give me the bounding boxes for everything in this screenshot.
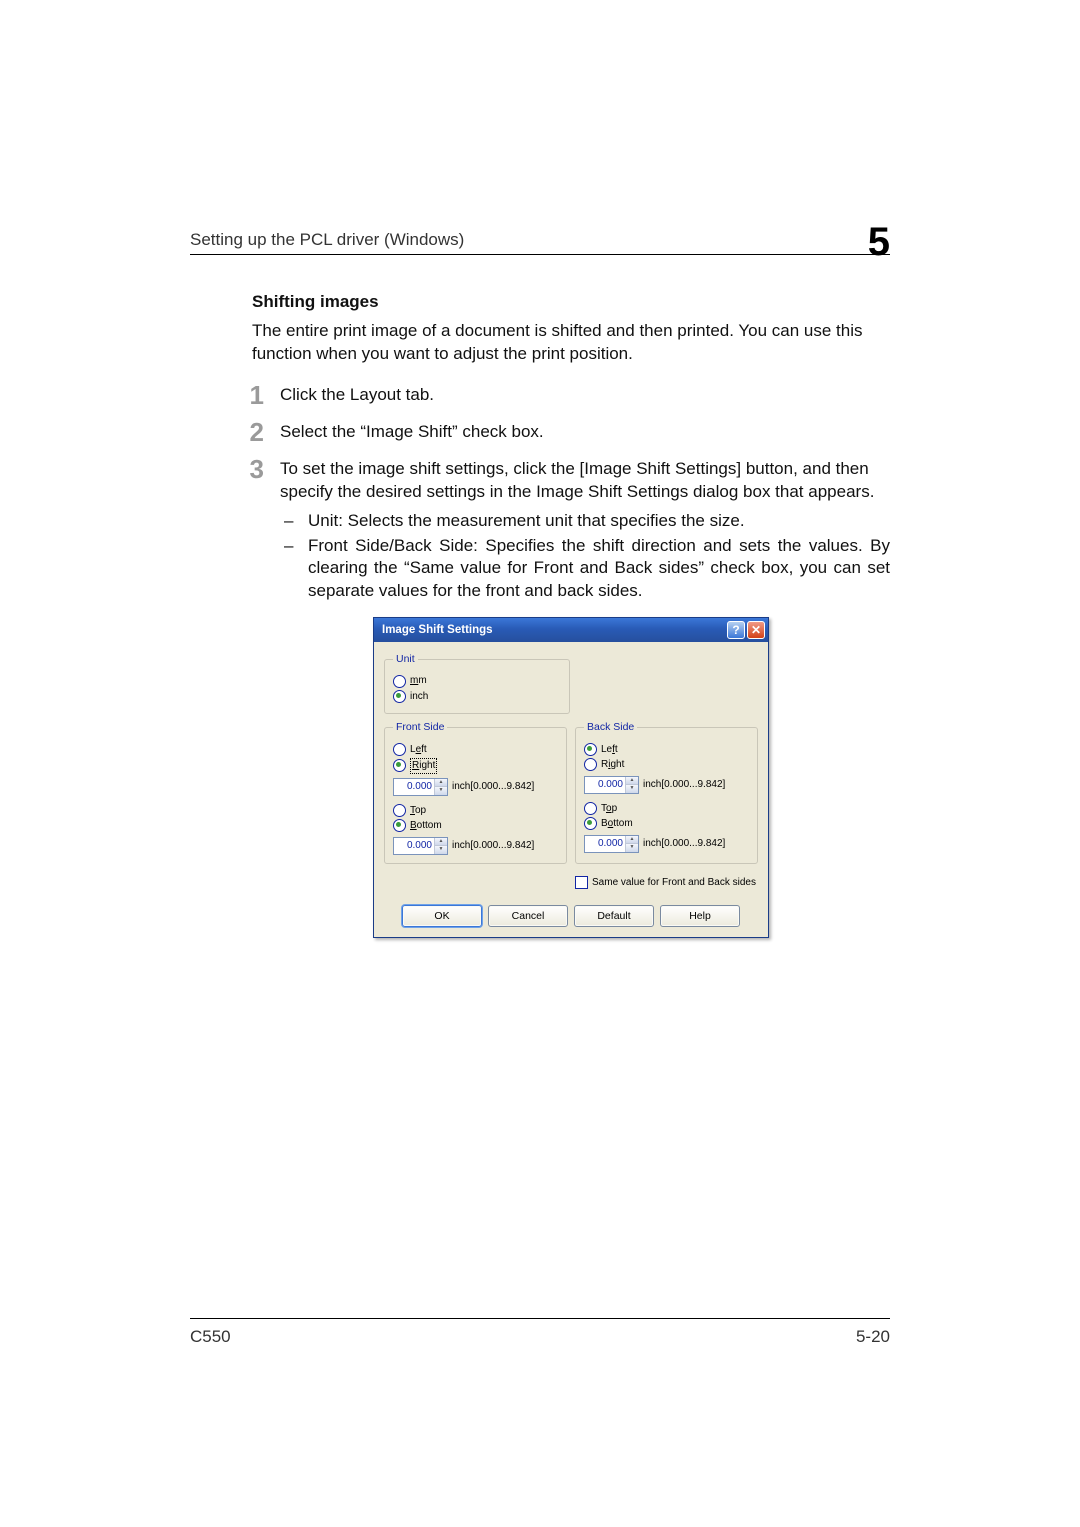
help-button[interactable]: HelpHelp: [660, 905, 740, 927]
back-top-radio[interactable]: Top Top: [584, 802, 749, 816]
back-right-radio[interactable]: Right Right: [584, 758, 749, 772]
step-1: 1 Click the Layout tab.: [252, 384, 890, 407]
step-text: Select the “Image Shift” check box.: [280, 422, 544, 441]
spin-up-icon[interactable]: ▲: [435, 838, 447, 847]
back-left-radio[interactable]: Left Left: [584, 743, 749, 757]
back-side-group: Back Side Left Left Right Right: [575, 720, 758, 863]
radio-icon: [584, 802, 597, 815]
image-shift-settings-dialog: Image Shift Settings ? ✕ Unit mmmm: [373, 617, 769, 938]
step-number: 2: [224, 415, 264, 450]
footer-page-number: 5-20: [856, 1327, 890, 1347]
unit-legend: Unit: [393, 652, 418, 666]
dialog-title: Image Shift Settings: [382, 623, 493, 639]
sub-bullet: –Front Side/Back Side: Specifies the shi…: [280, 535, 890, 604]
front-right-radio[interactable]: Right Right: [393, 758, 558, 774]
range-label: inch[0.000...9.842]: [643, 778, 725, 792]
front-left-radio[interactable]: Left Left: [393, 743, 558, 757]
back-horiz-input[interactable]: [585, 777, 625, 793]
radio-icon: [393, 804, 406, 817]
front-vert-input[interactable]: [394, 838, 434, 854]
front-vert-spinner[interactable]: ▲▼: [393, 837, 448, 855]
step-number: 3: [224, 452, 264, 487]
page-footer: C550 5-20: [190, 1318, 890, 1347]
spin-up-icon[interactable]: ▲: [626, 777, 638, 786]
dialog-titlebar[interactable]: Image Shift Settings ? ✕: [374, 618, 768, 642]
front-bottom-radio[interactable]: Bottom Bottom: [393, 819, 558, 833]
checkbox-icon: [575, 876, 588, 889]
sub-bullet-list: –Unit: Selects the measurement unit that…: [280, 510, 890, 604]
page: Setting up the PCL driver (Windows) 5 Sh…: [0, 0, 1080, 1527]
section-heading: Shifting images: [252, 291, 890, 314]
step-text: Click the Layout tab.: [280, 385, 434, 404]
default-button[interactable]: DefaultDefault: [574, 905, 654, 927]
front-top-radio[interactable]: Top Top: [393, 804, 558, 818]
back-vert-spin-row: ▲▼ inch[0.000...9.842]: [584, 835, 749, 853]
step-3: 3 To set the image shift settings, click…: [252, 458, 890, 604]
back-vert-spinner[interactable]: ▲▼: [584, 835, 639, 853]
same-value-checkbox[interactable]: Same value for Front and Back sides Same…: [384, 876, 756, 890]
step-2: 2 Select the “Image Shift” check box.: [252, 421, 890, 444]
range-label: inch[0.000...9.842]: [452, 839, 534, 853]
ok-button[interactable]: OK: [402, 905, 482, 927]
step-text: To set the image shift settings, click t…: [280, 459, 874, 501]
front-horiz-input[interactable]: [394, 779, 434, 795]
step-number: 1: [224, 378, 264, 413]
back-horiz-spinner[interactable]: ▲▼: [584, 776, 639, 794]
back-legend: Back Side: [584, 720, 637, 734]
radio-icon: [393, 759, 406, 772]
dialog-screenshot: Image Shift Settings ? ✕ Unit mmmm: [252, 617, 890, 938]
spin-down-icon[interactable]: ▼: [435, 846, 447, 854]
range-label: inch[0.000...9.842]: [452, 780, 534, 794]
spin-down-icon[interactable]: ▼: [626, 844, 638, 852]
titlebar-help-button[interactable]: ?: [727, 621, 745, 639]
radio-icon: [393, 675, 406, 688]
radio-icon: [584, 817, 597, 830]
radio-icon: [393, 690, 406, 703]
back-vert-input[interactable]: [585, 836, 625, 852]
unit-group: Unit mmmm inch: [384, 652, 570, 714]
running-header: Setting up the PCL driver (Windows) 5: [190, 210, 890, 255]
footer-model: C550: [190, 1327, 231, 1347]
unit-mm-radio[interactable]: mmmm: [393, 674, 561, 688]
spin-up-icon[interactable]: ▲: [626, 836, 638, 845]
front-side-group: Front Side Left Left Right Right: [384, 720, 567, 863]
titlebar-close-button[interactable]: ✕: [747, 621, 765, 639]
radio-icon: [584, 743, 597, 756]
radio-icon: [584, 758, 597, 771]
content-body: Shifting images The entire print image o…: [252, 291, 890, 938]
radio-icon: [393, 819, 406, 832]
dialog-button-row: OK Cancel DefaultDefault HelpHelp: [374, 905, 768, 937]
cancel-button[interactable]: Cancel: [488, 905, 568, 927]
range-label: inch[0.000...9.842]: [643, 837, 725, 851]
sub-bullet: –Unit: Selects the measurement unit that…: [280, 510, 890, 533]
running-header-title: Setting up the PCL driver (Windows): [190, 230, 464, 250]
chapter-number: 5: [868, 222, 890, 262]
spin-down-icon[interactable]: ▼: [435, 787, 447, 795]
section-intro: The entire print image of a document is …: [252, 320, 890, 366]
back-horiz-spin-row: ▲▼ inch[0.000...9.842]: [584, 776, 749, 794]
back-bottom-radio[interactable]: Bottom Bottom: [584, 817, 749, 831]
front-horiz-spin-row: ▲▼ inch[0.000...9.842]: [393, 778, 558, 796]
spin-down-icon[interactable]: ▼: [626, 785, 638, 793]
step-list: 1 Click the Layout tab. 2 Select the “Im…: [252, 384, 890, 604]
front-vert-spin-row: ▲▼ inch[0.000...9.842]: [393, 837, 558, 855]
dialog-body: Unit mmmm inch Front Side: [374, 642, 768, 905]
radio-icon: [393, 743, 406, 756]
spin-up-icon[interactable]: ▲: [435, 779, 447, 788]
unit-inch-radio[interactable]: inch: [393, 690, 561, 704]
front-legend: Front Side: [393, 720, 447, 734]
front-horiz-spinner[interactable]: ▲▼: [393, 778, 448, 796]
